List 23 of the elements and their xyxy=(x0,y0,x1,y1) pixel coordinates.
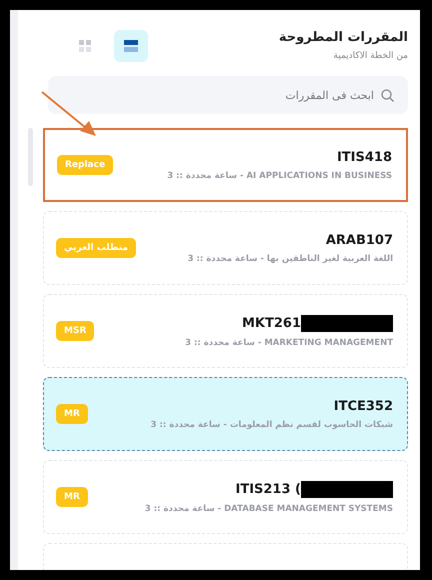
list-view-button[interactable] xyxy=(114,30,148,62)
course-subtitle: شبكات الحاسوب لقسم نظم المعلومات - ساعة محددة :: 3 xyxy=(150,420,393,430)
course-badge: MR xyxy=(56,487,88,507)
course-code: ARAB107 xyxy=(326,232,393,248)
course-code: ITCE352 xyxy=(334,398,393,414)
course-subtitle: MARKETING MANAGEMENT - ساعة محددة :: 3 xyxy=(185,338,393,348)
grid-icon xyxy=(79,40,91,52)
course-badge: Replace xyxy=(57,155,114,175)
list-icon xyxy=(124,40,138,52)
course-code: ITIS213 ( xyxy=(235,482,301,496)
course-code: MKT261 xyxy=(242,316,301,330)
page-title: المقررات المطروحة xyxy=(278,30,408,45)
course-subtitle: اللغة العربية لغير الناطقين بها - ساعة محددة :: 3 xyxy=(188,254,393,264)
course-code: ITIS418 xyxy=(336,150,392,164)
course-badge: MR xyxy=(56,404,88,424)
course-badge: MSR xyxy=(56,321,94,341)
course-subtitle: DATABASE MANAGEMENT SYSTEMS - ساعة محددة :: 3 xyxy=(144,504,393,514)
course-subtitle: AI APPLICATIONS IN BUSINESS - ساعة محددة :: 3 xyxy=(167,170,392,180)
annotation-arrow xyxy=(40,90,98,138)
page-subtitle: من الخطة الاكاديمية xyxy=(332,51,408,61)
search-field[interactable]: ابحث فى المقررات xyxy=(48,76,408,114)
course-badge: متطلب العربي xyxy=(56,238,136,258)
scrollbar[interactable] xyxy=(28,128,33,186)
